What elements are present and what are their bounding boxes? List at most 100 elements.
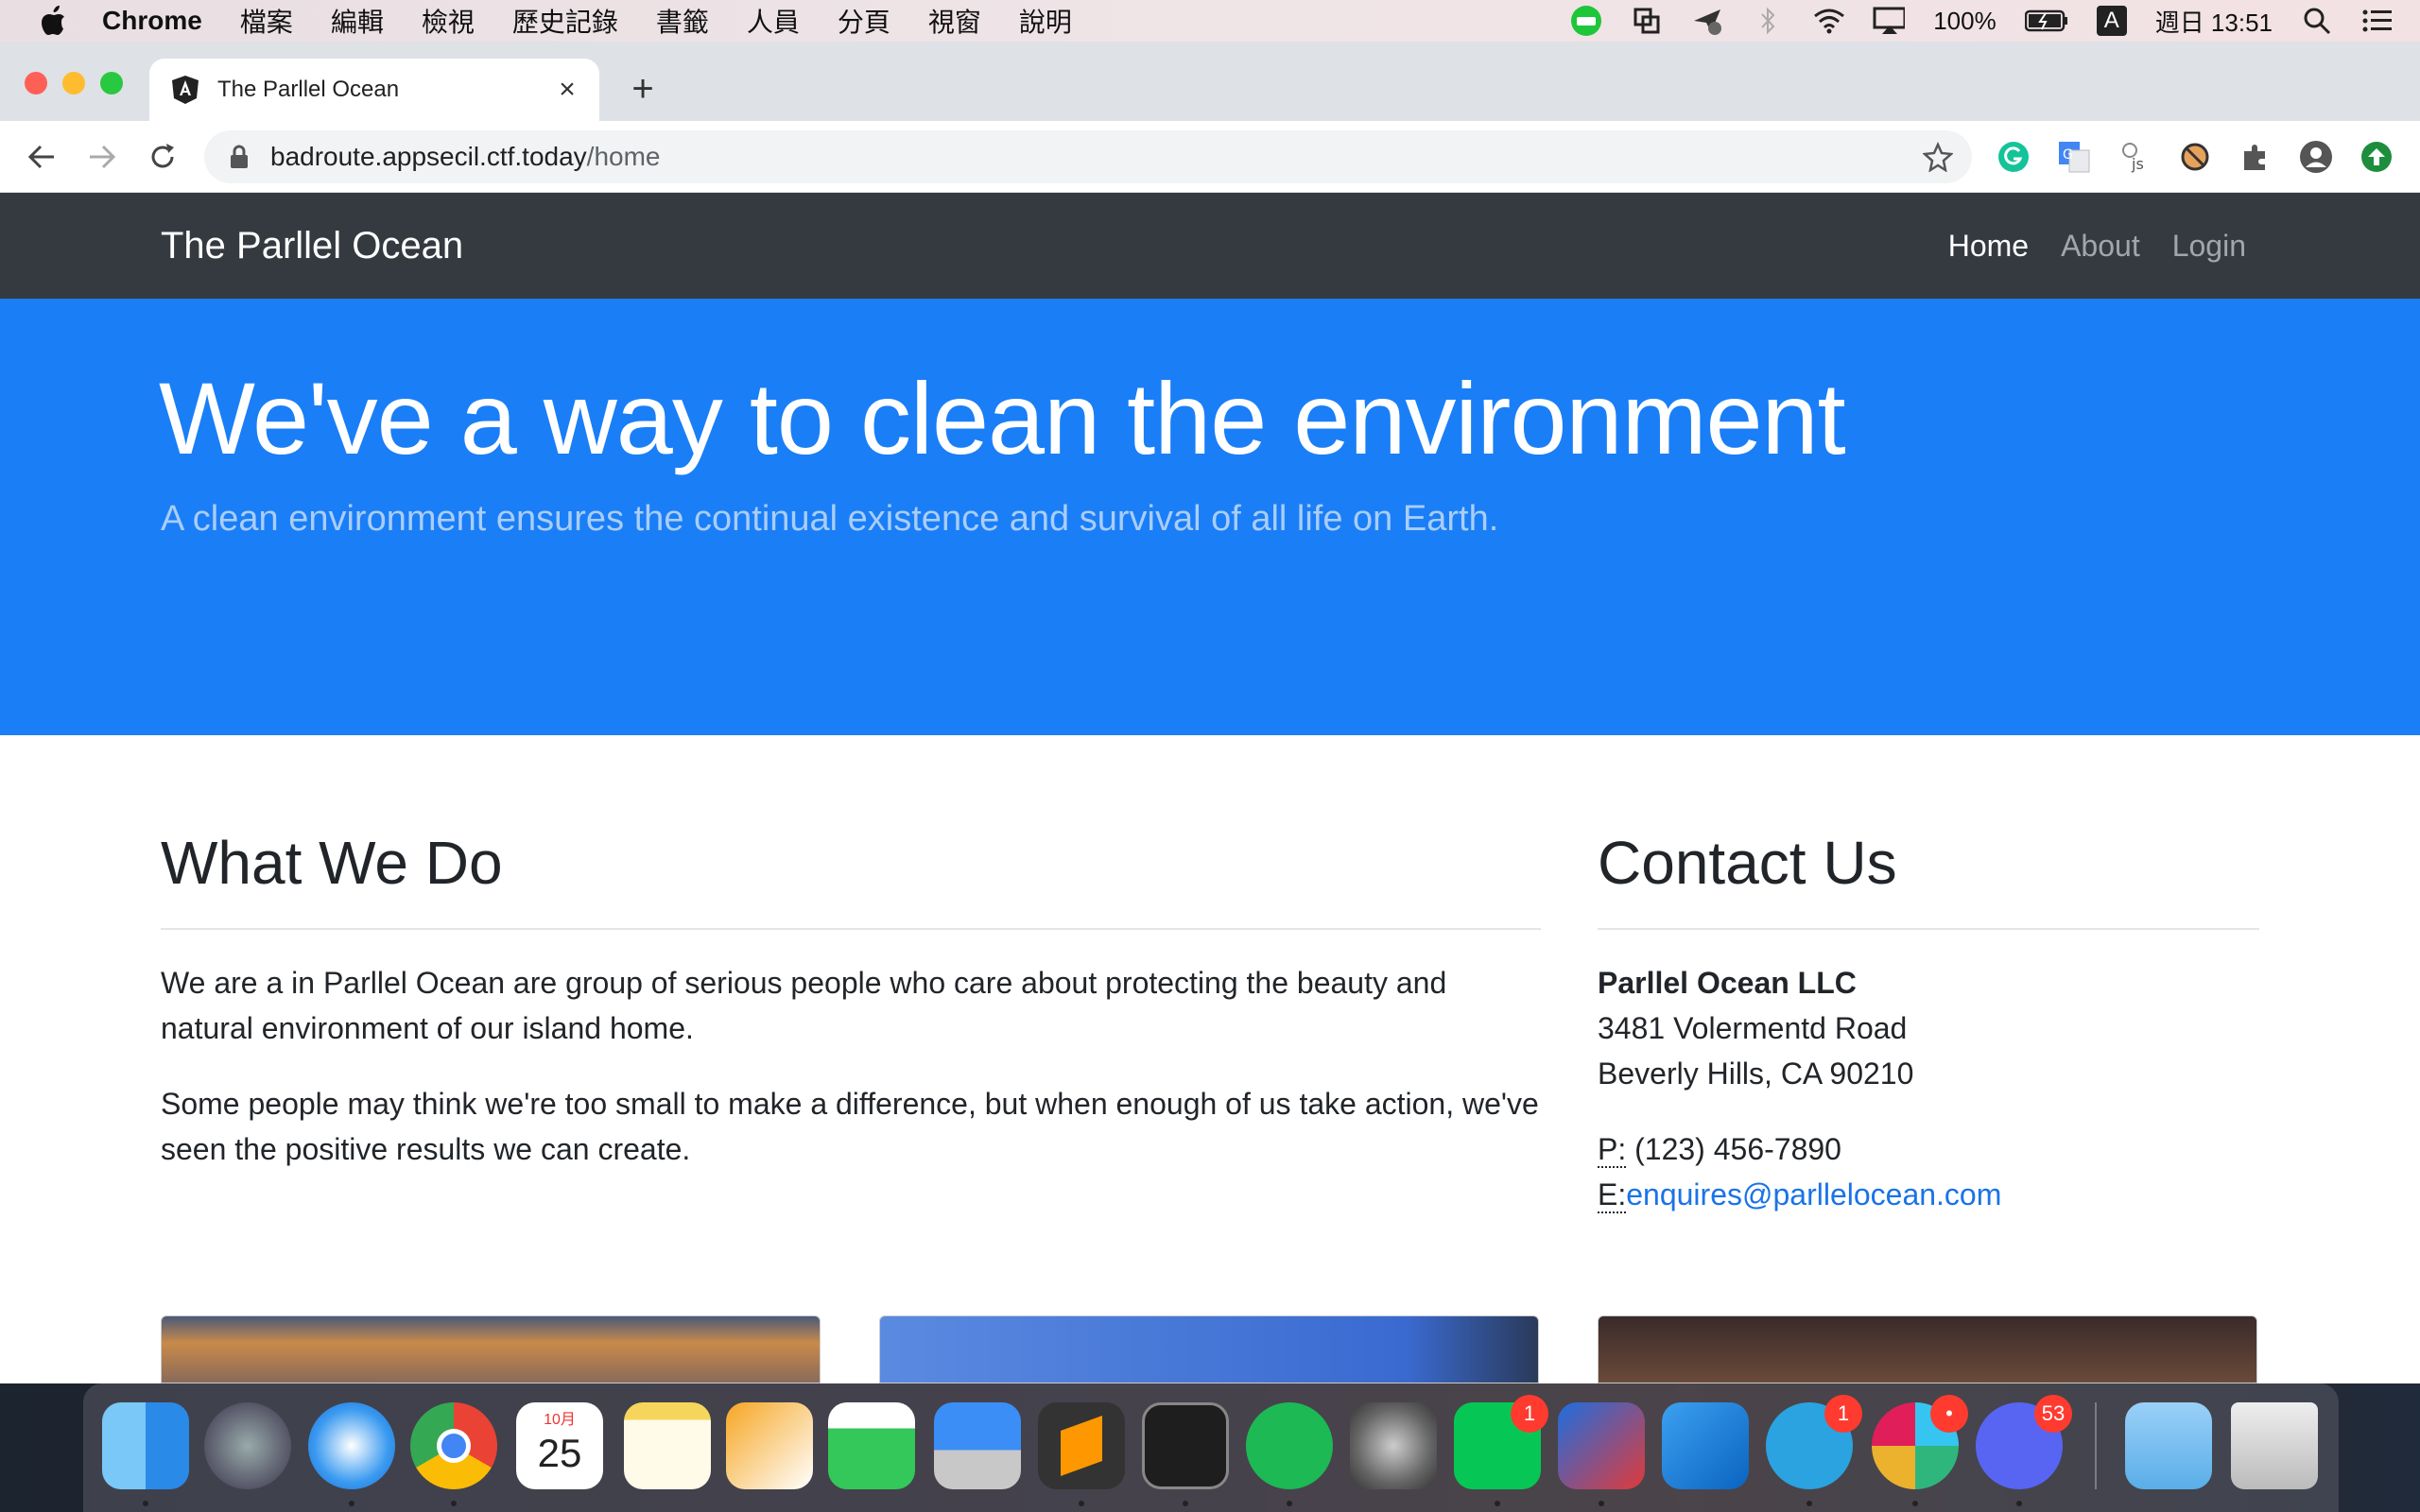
finder-icon[interactable]: [102, 1402, 189, 1489]
vmware-icon[interactable]: [1558, 1402, 1645, 1489]
apple-menu-icon[interactable]: [36, 4, 70, 38]
telegram-badge: 1: [1824, 1395, 1862, 1433]
site-brand[interactable]: The Parllel Ocean: [161, 225, 463, 267]
trash-icon[interactable]: [2231, 1402, 2318, 1489]
forward-button[interactable]: [83, 138, 121, 176]
update-arrow-icon[interactable]: [2360, 140, 2394, 174]
google-translate-extension-icon[interactable]: G: [2057, 140, 2091, 174]
line-badge: 1: [1511, 1395, 1548, 1433]
svg-text:G: G: [2063, 147, 2073, 163]
card-image-sky[interactable]: [879, 1315, 1539, 1383]
reload-button[interactable]: [144, 138, 182, 176]
safari-icon[interactable]: [308, 1402, 395, 1489]
address-bar[interactable]: badroute.appsecil.ctf.today/home: [204, 130, 1972, 183]
street-address: 3481 Volermentd Road: [1598, 1011, 1908, 1045]
running-indicator: [143, 1501, 148, 1506]
what-we-do-paragraph: We are a in Parllel Ocean are group of s…: [161, 966, 1447, 1045]
running-indicator: [451, 1501, 457, 1506]
card-image-dusk[interactable]: [1598, 1315, 2257, 1383]
menu-help[interactable]: 說明: [1019, 2, 1072, 40]
tab-title: The Parllel Ocean: [217, 77, 400, 102]
menu-edit[interactable]: 編輯: [331, 2, 384, 40]
notification-center-icon[interactable]: [2361, 5, 2394, 37]
macos-menu-bar: Chrome 檔案 編輯 檢視 歷史記錄 書籤 人員 分頁 視窗 說明 100%…: [0, 0, 2420, 42]
pages-icon[interactable]: [726, 1402, 813, 1489]
angular-favicon-icon: [172, 76, 199, 104]
grammarly-extension-icon[interactable]: [1996, 140, 2031, 174]
nav-login-link[interactable]: Login: [2172, 229, 2246, 264]
profile-avatar-icon[interactable]: [2299, 140, 2333, 174]
menu-tab[interactable]: 分頁: [838, 2, 890, 40]
bookmark-star-icon[interactable]: [1923, 142, 1953, 172]
site-nav-links: Home About Login: [1948, 229, 2246, 264]
site-navbar: The Parllel Ocean Home About Login: [0, 193, 2420, 299]
running-indicator: [1912, 1501, 1918, 1506]
card-image-sunset[interactable]: [161, 1315, 821, 1383]
back-button[interactable]: [23, 138, 60, 176]
paper-plane-status-icon[interactable]: [1691, 5, 1723, 37]
phone-number: (123) 456-7890: [1626, 1132, 1841, 1166]
spotify-icon[interactable]: [1246, 1402, 1333, 1489]
menu-app-name[interactable]: Chrome: [102, 6, 202, 36]
new-tab-button[interactable]: +: [624, 70, 662, 108]
spotlight-search-icon[interactable]: [2301, 5, 2333, 37]
calendar-day: 25: [537, 1431, 582, 1475]
menu-people[interactable]: 人員: [747, 2, 800, 40]
chrome-icon[interactable]: [410, 1402, 497, 1489]
line-status-icon[interactable]: [1570, 5, 1602, 37]
window-manager-icon[interactable]: [1631, 5, 1663, 37]
window-close-button[interactable]: [25, 72, 47, 94]
browser-toolbar: badroute.appsecil.ctf.today/home G js: [0, 121, 2420, 193]
web-page: The Parllel Ocean Home About Login We've…: [0, 193, 2420, 1383]
launchpad-icon[interactable]: [204, 1402, 291, 1489]
vscode-icon[interactable]: [1662, 1402, 1749, 1489]
hero-heading: We've a way to clean the environment: [159, 361, 1846, 475]
tab-strip: The Parllel Ocean × +: [0, 42, 2420, 121]
battery-percentage: 100%: [1933, 6, 1996, 35]
js-extension-icon[interactable]: js: [2118, 140, 2152, 174]
airplay-icon[interactable]: [1873, 5, 1906, 37]
tab-close-button[interactable]: ×: [554, 76, 580, 104]
block-extension-icon[interactable]: [2178, 140, 2212, 174]
terminal-icon[interactable]: [1142, 1402, 1229, 1489]
what-we-do-section: What We Do We are a in Parllel Ocean are…: [161, 828, 1541, 1202]
running-indicator: [1599, 1501, 1604, 1506]
system-preferences-icon[interactable]: [1350, 1402, 1437, 1489]
menu-bookmarks[interactable]: 書籤: [656, 2, 709, 40]
svg-text:js: js: [2131, 155, 2144, 173]
menu-history[interactable]: 歷史記錄: [512, 2, 618, 40]
contact-heading: Contact Us: [1598, 828, 2259, 930]
nav-home-link[interactable]: Home: [1948, 229, 2029, 264]
discord-badge: 53: [2034, 1395, 2072, 1433]
bluetooth-icon[interactable]: [1752, 5, 1784, 37]
window-minimize-button[interactable]: [62, 72, 85, 94]
keynote-icon[interactable]: [934, 1402, 1021, 1489]
running-indicator: [349, 1501, 354, 1506]
slack-badge: •: [1930, 1395, 1968, 1433]
input-source-icon[interactable]: A: [2096, 6, 2127, 36]
menu-window[interactable]: 視窗: [928, 2, 981, 40]
wifi-icon[interactable]: [1812, 5, 1845, 37]
clock[interactable]: 週日 13:51: [2155, 4, 2273, 39]
running-indicator: [1079, 1501, 1084, 1506]
tab-active[interactable]: The Parllel Ocean ×: [149, 59, 599, 121]
numbers-icon[interactable]: [828, 1402, 915, 1489]
calendar-icon[interactable]: 10月 25: [516, 1402, 603, 1489]
running-indicator: [1183, 1501, 1188, 1506]
dock-separator: [2095, 1402, 2097, 1489]
downloads-folder-icon[interactable]: [2125, 1402, 2212, 1489]
phone-label: P:: [1598, 1132, 1627, 1168]
notes-icon[interactable]: [624, 1402, 711, 1489]
menu-view[interactable]: 檢視: [422, 2, 475, 40]
window-zoom-button[interactable]: [100, 72, 123, 94]
nav-about-link[interactable]: About: [2061, 229, 2140, 264]
battery-icon[interactable]: [2024, 5, 2068, 37]
extensions-puzzle-icon[interactable]: [2238, 140, 2273, 174]
calendar-month: 10月: [544, 1412, 576, 1428]
menu-file[interactable]: 檔案: [240, 2, 293, 40]
contact-address: Parllel Ocean LLC 3481 Volermentd Road B…: [1598, 960, 2259, 1217]
sublime-text-icon[interactable]: [1038, 1402, 1125, 1489]
phone-line: P: (123) 456-7890: [1598, 1126, 2259, 1172]
running-indicator: [1806, 1501, 1812, 1506]
email-link[interactable]: enquires@parllelocean.com: [1626, 1177, 2001, 1211]
